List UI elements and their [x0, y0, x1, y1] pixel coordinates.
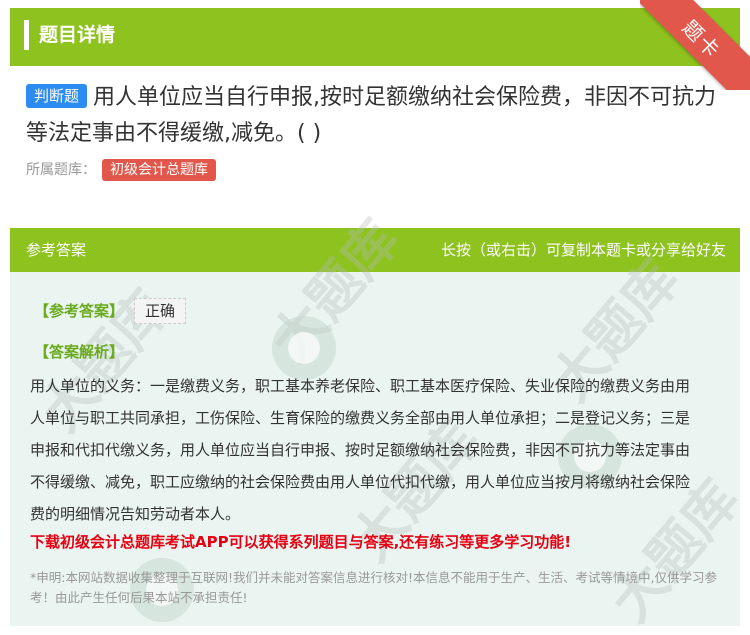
analysis-label: 【答案解析】 — [34, 343, 125, 361]
disclaimer-text: *申明:本网站数据收集整理于互联网!我们并未能对答案信息进行核对!本信息不能用于… — [30, 570, 717, 605]
answer-card-header: 参考答案 长按（或右击）可复制本题卡或分享给好友 — [10, 228, 740, 272]
copy-share-hint: 长按（或右击）可复制本题卡或分享给好友 — [440, 241, 726, 259]
answer-card-title: 参考答案 — [26, 241, 87, 259]
watermark: 大题库 — [258, 208, 412, 374]
category-badge[interactable]: 初级会计总题库 — [102, 159, 216, 181]
header-bar — [10, 8, 740, 66]
category-label: 所属题库： — [26, 162, 96, 178]
reference-answer-value: 正确 — [134, 298, 187, 324]
header-accent-bar — [24, 20, 29, 50]
category-row: 所属题库： 初级会计总题库 — [26, 158, 216, 182]
page-title: 题目详情 — [39, 24, 116, 46]
question-type-tag: 判断题 — [26, 84, 88, 108]
app-download-link[interactable]: 下载初级会计总题库考试APP可以获得系列题目与答案,还有练习等更多学习功能! — [30, 530, 720, 554]
reference-answer-label: 【参考答案】 — [34, 302, 125, 320]
analysis-text: 用人单位的义务：一是缴费义务，职工基本养老保险、职工基本医疗保险、失业保险的缴费… — [30, 377, 691, 523]
ribbon-label: 题卡 — [640, 0, 750, 90]
corner-ribbon[interactable]: 题卡 — [640, 0, 750, 90]
question-block: 判断题 用人单位应当自行申报,按时足额缴纳社会保险费，非因不可抗力等法定事由不得缓… — [26, 80, 726, 152]
question-text: 用人单位应当自行申报,按时足额缴纳社会保险费，非因不可抗力等法定事由不得缓缴,减… — [26, 85, 717, 146]
reference-answer-row: 【参考答案】 正确 — [34, 298, 187, 324]
answer-card[interactable]: 参考答案 长按（或右击）可复制本题卡或分享给好友 大题库 大题库 大题库 大题库… — [10, 208, 750, 633]
